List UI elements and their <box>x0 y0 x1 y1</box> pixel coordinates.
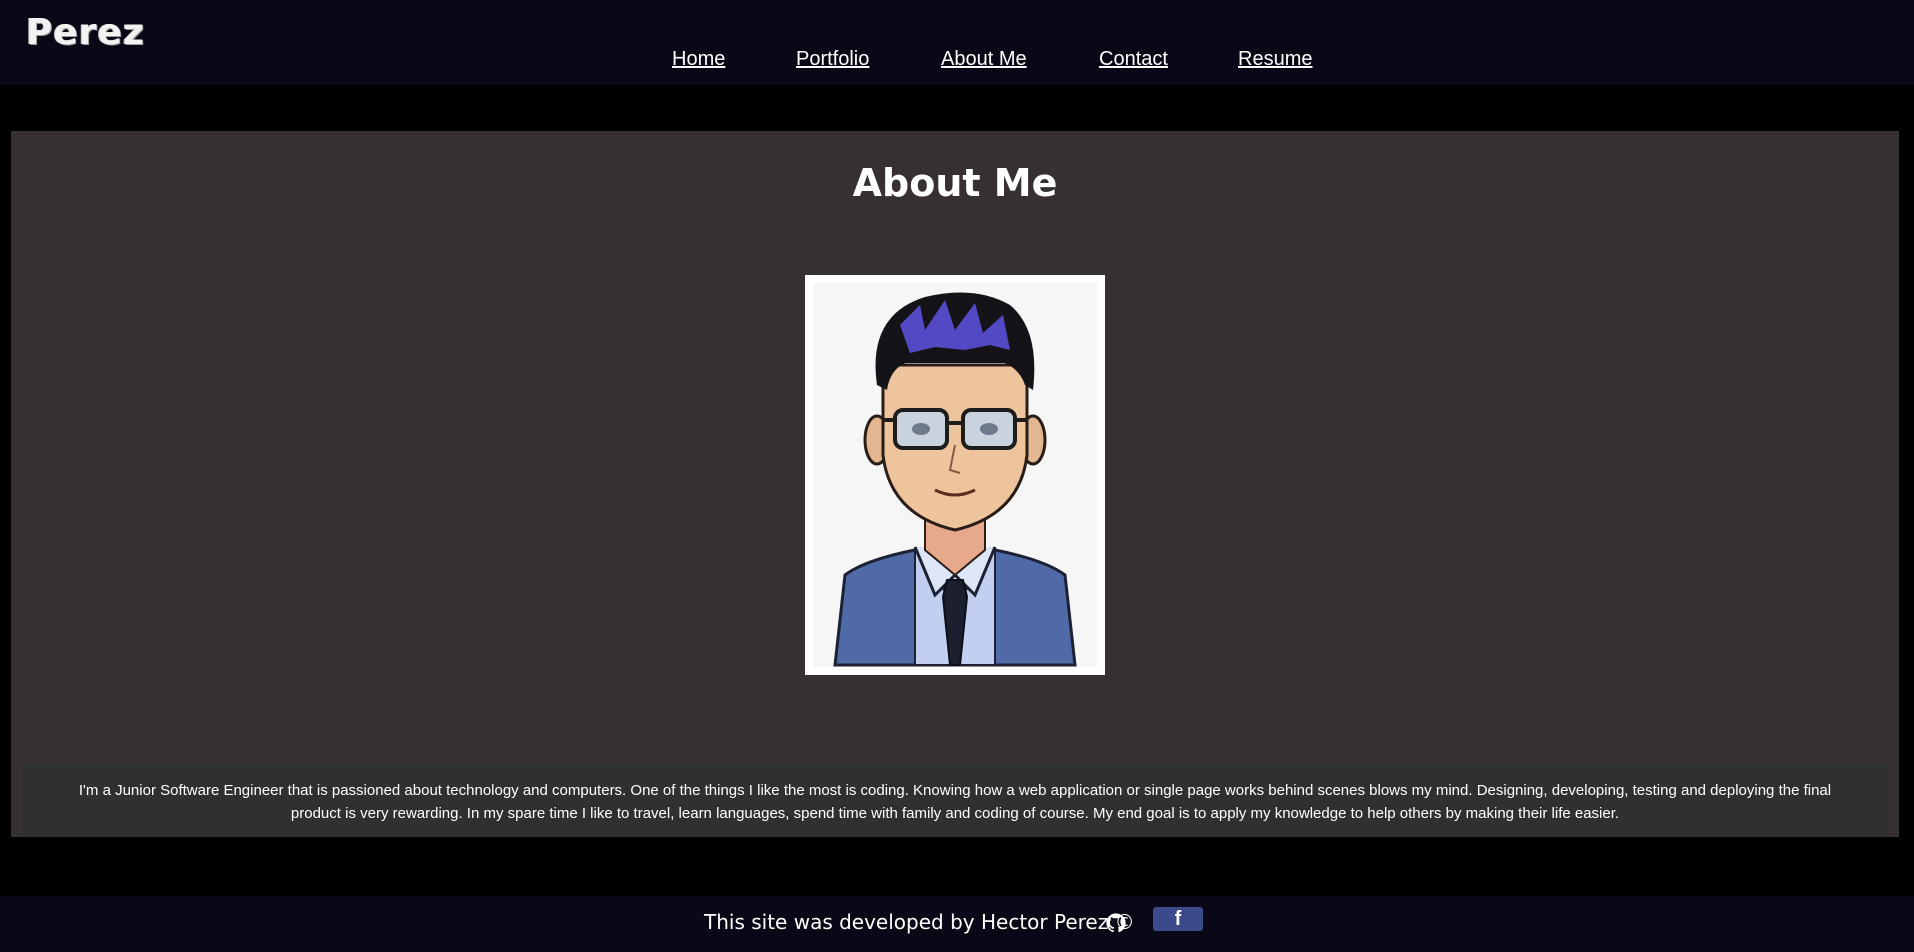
site-header: Perez Home Portfolio About Me Contact Re… <box>0 0 1914 85</box>
facebook-icon: f <box>1174 908 1182 930</box>
facebook-button[interactable]: f <box>1153 907 1203 931</box>
about-section: About Me I'm a Junior Software Engineer … <box>11 131 1899 837</box>
profile-avatar <box>805 275 1105 675</box>
bio-text: I'm a Junior Software Engineer that is p… <box>22 764 1888 837</box>
cartoon-avatar-icon <box>813 283 1097 667</box>
main-nav: Home Portfolio About Me Contact Resume <box>0 48 1914 78</box>
nav-link-home[interactable]: Home <box>672 48 725 71</box>
footer-credit: This site was developed by Hector Perez … <box>704 910 1135 934</box>
about-title: About Me <box>852 161 1058 205</box>
site-footer: This site was developed by Hector Perez … <box>0 896 1914 952</box>
nav-link-about-me[interactable]: About Me <box>941 48 1027 71</box>
site-logo[interactable]: Perez <box>26 12 145 53</box>
github-icon[interactable] <box>1105 912 1127 934</box>
nav-link-portfolio[interactable]: Portfolio <box>796 48 869 71</box>
nav-link-resume[interactable]: Resume <box>1238 48 1312 71</box>
nav-link-contact[interactable]: Contact <box>1099 48 1168 71</box>
page: Perez Home Portfolio About Me Contact Re… <box>0 0 1914 952</box>
